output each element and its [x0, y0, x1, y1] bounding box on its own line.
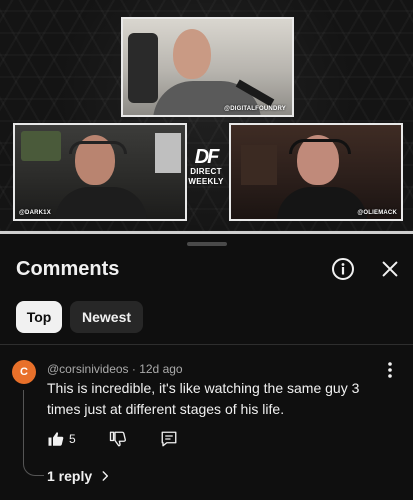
video-feed-right: @OLIEMACK: [229, 123, 403, 221]
channel-tag: @DIGITALFOUNDRY: [224, 106, 286, 112]
reply-button[interactable]: [160, 430, 178, 448]
comment-text: This is incredible, it's like watching t…: [47, 380, 360, 417]
more-vert-icon: [388, 362, 392, 378]
drag-handle[interactable]: [187, 242, 227, 246]
dislike-button[interactable]: [109, 430, 127, 448]
comment-reply-icon: [161, 431, 177, 447]
close-button[interactable]: [377, 256, 403, 282]
avatar[interactable]: C: [12, 360, 36, 384]
close-icon: [382, 261, 398, 277]
channel-tag: @DARK1X: [19, 210, 51, 216]
panel-title: Comments: [16, 258, 120, 280]
like-count: 5: [69, 432, 76, 446]
comment-actions: 5: [47, 430, 178, 448]
like-button[interactable]: 5: [47, 430, 76, 448]
info-icon: [332, 258, 354, 280]
more-options-button[interactable]: [382, 360, 398, 380]
sort-chip-top[interactable]: Top: [16, 301, 62, 333]
chevron-right-icon: [102, 471, 109, 481]
comment-meta: @corsinivideos · 12d ago: [47, 362, 183, 376]
thread-connector: [23, 390, 44, 476]
show-logo: DF DIRECT WEEKLY: [188, 146, 224, 186]
comments-panel: Comments Top Newest C @corsinivideos · 1…: [0, 234, 413, 500]
video-player[interactable]: @DIGITALFOUNDRY @DARK1X DF DIRECT WEEKLY…: [0, 0, 413, 232]
video-feed-top: @DIGITALFOUNDRY: [121, 17, 294, 117]
thumbs-down-icon: [109, 431, 126, 447]
comment-thread: C @corsinivideos · 12d ago This is incre…: [0, 354, 413, 500]
thumbs-up-icon: [48, 432, 64, 446]
video-feed-left: @DARK1X: [13, 123, 187, 221]
sort-chip-newest[interactable]: Newest: [70, 301, 144, 333]
replies-count: 1 reply: [47, 468, 93, 484]
info-button[interactable]: [330, 256, 356, 282]
divider: [0, 344, 413, 345]
sort-chips: Top Newest: [16, 301, 144, 333]
channel-tag: @OLIEMACK: [357, 210, 397, 216]
view-replies-link[interactable]: 1 reply: [47, 468, 112, 484]
